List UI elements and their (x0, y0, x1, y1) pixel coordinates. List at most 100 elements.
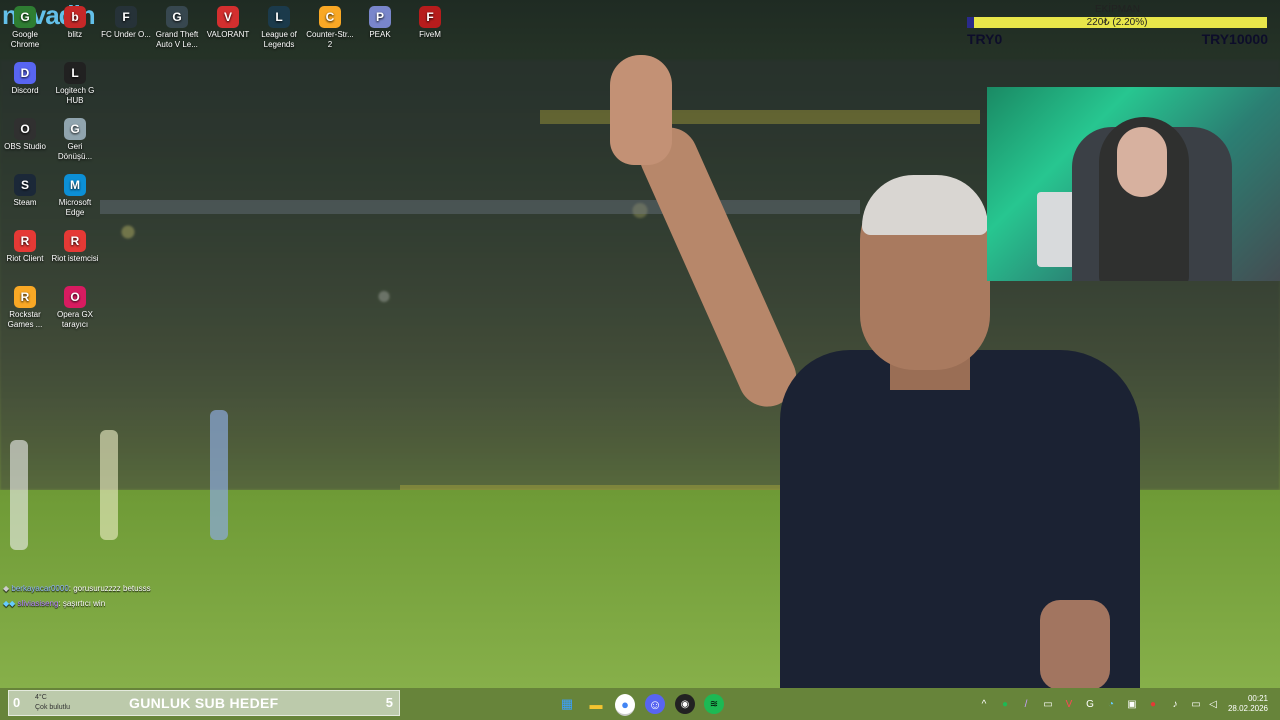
desktop-shortcut[interactable]: G Geri Dönüşü... (50, 112, 100, 162)
desktop-shortcut[interactable]: F FC Under O... (101, 0, 151, 40)
chat-message: ◆◆ sliviasiseng: şaşırtıcı win (3, 599, 106, 608)
tray-spotify-icon[interactable]: ● (999, 698, 1011, 710)
webcam-overlay (987, 87, 1280, 281)
desktop-shortcut[interactable]: C Counter-Str... 2 (305, 0, 355, 50)
windows-start-icon[interactable]: ▦ (557, 694, 577, 714)
desktop-shortcut[interactable]: D Discord (0, 56, 50, 96)
desktop-shortcut[interactable]: V VALORANT (203, 0, 253, 40)
ekipman-value: 220₺ (2.20%) (1086, 17, 1148, 28)
chat-message: ◆ berkayacar0000: gorusuruzzzz betusss (3, 584, 151, 593)
spotify-icon[interactable]: ≋ (704, 694, 724, 714)
ekipman-title: EKİPMAN (1095, 4, 1141, 15)
ekipman-max-label: TRY10000 (1201, 31, 1268, 47)
discord-icon[interactable]: ☺ (645, 694, 665, 714)
desktop-shortcut-label: Counter-Str... 2 (306, 30, 354, 49)
player-figure (100, 430, 118, 540)
desktop-shortcut[interactable]: R Riot Client (0, 224, 50, 264)
desktop-shortcut[interactable]: F FiveM (405, 0, 455, 40)
man-waving-hand (610, 55, 672, 165)
obs-icon[interactable]: ◉ (675, 694, 695, 714)
desktop-shortcut-label: Google Chrome (10, 30, 40, 49)
sub-goal-bar: 0 4°C Çok bulutlu GUNLUK SUB HEDEF 5 (8, 690, 400, 716)
recycle-bin-icon: G (64, 118, 86, 140)
desktop-shortcut-label: Logitech G HUB (55, 86, 95, 105)
fivem-icon: F (419, 6, 441, 28)
streamer-face (1117, 127, 1167, 197)
stadium-banner (100, 200, 860, 214)
tray-valorant-icon[interactable]: V (1063, 698, 1075, 710)
sub-goal-current: 0 (13, 695, 21, 710)
volume-icon[interactable]: ◁ (1207, 698, 1219, 710)
clock-time: 00:21 (1247, 694, 1268, 703)
desktop-shortcut-label: VALORANT (206, 30, 250, 39)
network-icon[interactable]: ▭ (1190, 698, 1202, 710)
desktop-shortcut-label: FiveM (419, 30, 441, 39)
desktop-shortcut[interactable]: G Google Chrome (0, 0, 50, 50)
player-figure (10, 440, 28, 550)
weather-desc[interactable]: Çok bulutlu (35, 704, 70, 711)
desktop-shortcut-label: Opera GX tarayıcı (56, 310, 93, 329)
chrome-icon: G (14, 6, 36, 28)
desktop-shortcut-label: Rockstar Games ... (7, 310, 43, 329)
desktop-shortcut[interactable]: L League of Legends (254, 0, 304, 50)
desktop-shortcut-label: Riot Client (6, 254, 44, 263)
chat-badge-icon: ◆ (3, 584, 10, 593)
cs2-icon: C (319, 6, 341, 28)
tray-device-icon[interactable]: ▭ (1042, 698, 1054, 710)
desktop-shortcut[interactable]: P PEAK (355, 0, 405, 40)
ekipman-progress-bar: 220₺ (2.20%) (967, 17, 1267, 28)
ekipman-min-label: TRY0 (967, 31, 1003, 47)
desktop-shortcut-label: Microsoft Edge (58, 198, 92, 217)
chat-username: berkayacar0000 (11, 584, 69, 593)
obs-icon: O (14, 118, 36, 140)
peak-icon: P (369, 6, 391, 28)
desktop-shortcut[interactable]: M Microsoft Edge (50, 168, 100, 218)
valorant-icon: V (217, 6, 239, 28)
tray-nvidia-icon[interactable]: ▣ (1126, 698, 1138, 710)
blitz-icon: b (64, 6, 86, 28)
chrome-icon[interactable]: ● (615, 694, 635, 716)
sub-goal-label: GUNLUK SUB HEDEF (129, 695, 279, 711)
riot-istemcisi-icon: R (64, 230, 86, 252)
desktop-shortcut[interactable]: G Grand Theft Auto V Le... (152, 0, 202, 50)
steam-icon: S (14, 174, 36, 196)
desktop-shortcut[interactable]: R Rockstar Games ... (0, 280, 50, 330)
desktop-shortcut-label: Discord (11, 86, 39, 95)
desktop-shortcut-label: FC Under O... (101, 30, 151, 39)
file-explorer-icon[interactable]: ▬ (586, 694, 606, 714)
desktop-shortcut-label: Riot istemcisi (51, 254, 99, 263)
tray-riot-icon[interactable]: ● (1147, 698, 1159, 710)
desktop-shortcut[interactable]: O OBS Studio (0, 112, 50, 152)
tray-pen-icon[interactable]: / (1020, 698, 1032, 710)
desktop-shortcut[interactable]: S Steam (0, 168, 50, 208)
desktop-shortcut-label: blitz (67, 30, 83, 39)
rockstar-icon: R (14, 286, 36, 308)
tray-edge-icon[interactable]: ◔ (1105, 698, 1117, 710)
weather-temp[interactable]: 4°C (35, 694, 47, 701)
desktop-shortcut-label: PEAK (369, 30, 391, 39)
desktop-shortcut-label: League of Legends (261, 30, 297, 49)
tray-logitech-icon[interactable]: G (1084, 698, 1096, 710)
desktop-shortcut-label: Geri Dönüşü... (57, 142, 93, 161)
desktop-shortcut[interactable]: L Logitech G HUB (50, 56, 100, 106)
desktop-shortcut[interactable]: b blitz (50, 0, 100, 40)
sub-goal-target: 5 (385, 695, 393, 710)
player-figure (210, 410, 228, 540)
microphone-icon[interactable]: ♪ (1169, 698, 1181, 710)
desktop-shortcut[interactable]: O Opera GX tarayıcı (50, 280, 100, 330)
desktop-shortcut-label: Grand Theft Auto V Le... (155, 30, 199, 49)
clock-date: 28.02.2026 (1227, 704, 1268, 713)
lol-icon: L (268, 6, 290, 28)
chat-username: sliviasiseng (17, 599, 59, 608)
man-lower-arm (1040, 600, 1110, 688)
desktop-shortcut[interactable]: R Riot istemcisi (50, 224, 100, 264)
logitech-icon: L (64, 62, 86, 84)
desktop-shortcut-label: Steam (13, 198, 37, 207)
riot-client-icon: R (14, 230, 36, 252)
system-clock[interactable]: 00:21 28.02.2026 (1228, 694, 1268, 714)
chat-text: gorusuruzzzz betusss (73, 584, 151, 593)
fc-icon: F (115, 6, 137, 28)
opera-gx-icon: O (64, 286, 86, 308)
tray-overflow-icon[interactable]: ^ (978, 698, 990, 710)
chat-badge-icon: ◆◆ (3, 599, 16, 608)
